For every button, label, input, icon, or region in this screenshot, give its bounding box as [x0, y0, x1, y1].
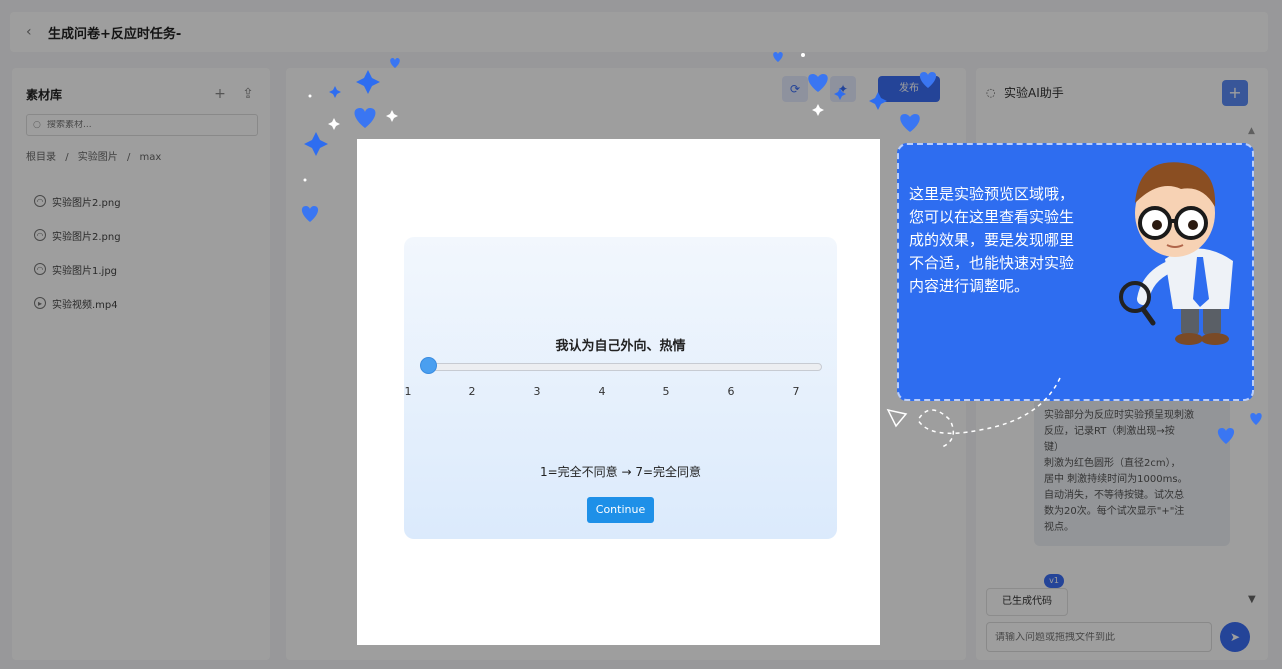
tick-label: 4 [598, 385, 606, 398]
mascot-boy-magnifier-icon [1119, 162, 1233, 345]
tick-label: 2 [468, 385, 476, 398]
tooltip-line: 不合适，也能快速对实验 [909, 254, 1075, 272]
tick-label: 6 [727, 385, 735, 398]
scale-description: 1=完全不同意 → 7=完全同意 [539, 465, 702, 479]
guide-tooltip: 这里是实验预览区域哦， 您可以在这里查看实验生 成的效果，要是发现哪里 不合适，… [897, 143, 1254, 401]
survey-card: 我认为自己外向、热情 1 2 3 4 5 6 7 1=完全不同意 → 7=完全同… [404, 237, 837, 539]
likert-scale-ticks: 1 2 3 4 5 6 7 [405, 385, 820, 401]
tick-label: 5 [662, 385, 670, 398]
likert-slider-thumb[interactable] [420, 357, 437, 374]
tick-label: 3 [533, 385, 541, 398]
experiment-preview: 我认为自己外向、热情 1 2 3 4 5 6 7 1=完全不同意 → 7=完全同… [357, 139, 880, 645]
tooltip-line: 您可以在这里查看实验生 [909, 208, 1075, 226]
likert-slider-track[interactable] [424, 363, 822, 371]
tooltip-line: 成的效果，要是发现哪里 [909, 231, 1075, 249]
tooltip-line: 这里是实验预览区域哦， [909, 185, 1075, 203]
tick-label: 7 [792, 385, 800, 398]
survey-question: 我认为自己外向、热情 [555, 339, 686, 354]
tooltip-text: 这里是实验预览区域哦， 您可以在这里查看实验生 成的效果，要是发现哪里 不合适，… [909, 183, 1109, 298]
tooltip-line: 内容进行调整呢。 [909, 277, 1030, 295]
tick-label: 1 [404, 385, 412, 398]
continue-button[interactable]: Continue [587, 497, 654, 523]
